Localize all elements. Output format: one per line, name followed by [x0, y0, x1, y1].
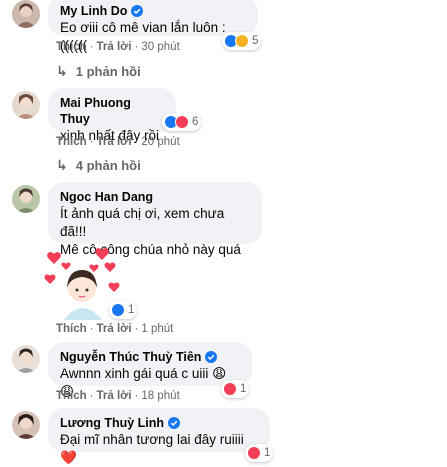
comment-time[interactable]: 30 phút — [141, 41, 179, 53]
comment-time[interactable]: 20 phút — [141, 136, 179, 148]
avatar[interactable] — [12, 0, 40, 28]
reaction-count: 1 — [128, 304, 135, 316]
comment-author[interactable]: My Linh Do — [60, 3, 127, 19]
like-reaction-icon — [111, 303, 125, 317]
avatar[interactable] — [12, 185, 40, 213]
haha-reaction-icon — [235, 34, 249, 48]
like-link[interactable]: Thích — [56, 136, 87, 148]
comment-bubble: Nguyễn Thúc Thuỳ Tiên Awnnn xinh gái quá… — [48, 342, 252, 399]
verified-icon — [168, 417, 181, 429]
avatar[interactable] — [12, 411, 40, 439]
reaction-count: 6 — [192, 116, 199, 128]
like-link[interactable]: Thích — [56, 323, 87, 335]
replies-label: 4 phản hồi — [75, 158, 141, 173]
verified-icon — [205, 351, 218, 363]
reaction-count: 1 — [240, 383, 247, 395]
view-replies[interactable]: ↳ 4 phản hồi — [56, 157, 141, 174]
love-reaction-icon — [223, 382, 237, 396]
reaction-count: 1 — [264, 447, 271, 459]
reply-link[interactable]: Trả lời — [97, 323, 132, 335]
replies-label: 1 phản hồi — [75, 64, 141, 79]
comment-author[interactable]: Ngoc Han Dang — [60, 189, 153, 205]
reply-link[interactable]: Trả lời — [97, 41, 132, 53]
comment-author[interactable]: Lương Thuỳ Linh — [60, 415, 164, 431]
comment-text-line: Ít ảnh quá chị ơi, xem chưa đã!!! — [60, 206, 225, 239]
reaction-summary[interactable]: 1 — [109, 301, 138, 319]
like-link[interactable]: Thích — [56, 390, 87, 402]
reply-link[interactable]: Trả lời — [97, 390, 132, 402]
avatar[interactable] — [12, 345, 40, 373]
comment-text: Đại mĩ nhân tương lai đây ruiiii ❤️ — [60, 432, 244, 465]
comment-time[interactable]: 18 phút — [141, 390, 179, 402]
comment-author[interactable]: Nguyễn Thúc Thuỳ Tiên — [60, 349, 201, 365]
comment-bubble: My Linh Do Eo ơiii cô mê vian lắn luôn :… — [48, 0, 258, 53]
avatar[interactable] — [12, 91, 40, 119]
reply-arrow-icon: ↳ — [56, 157, 68, 173]
verified-icon — [131, 5, 144, 17]
reaction-count: 5 — [252, 35, 259, 47]
love-reaction-icon — [247, 446, 261, 460]
like-link[interactable]: Thích — [56, 41, 87, 53]
reaction-summary[interactable]: 1 — [245, 444, 274, 462]
comment-bubble: Lương Thuỳ Linh Đại mĩ nhân tương lai đâ… — [48, 408, 270, 465]
reaction-summary[interactable]: 6 — [162, 113, 202, 131]
love-reaction-icon — [175, 115, 189, 129]
reply-arrow-icon: ↳ — [56, 63, 68, 79]
view-replies[interactable]: ↳ 1 phản hồi — [56, 63, 141, 80]
comment-bubble: Ngoc Han Dang Ít ảnh quá chị ơi, xem chư… — [48, 182, 262, 257]
reply-link[interactable]: Trả lời — [97, 136, 132, 148]
comment-bubble: Mai Phuong Thuy xinh nhất đây rồi — [48, 88, 176, 143]
comment-author[interactable]: Mai Phuong Thuy — [60, 95, 164, 127]
reaction-summary[interactable]: 5 — [222, 32, 262, 50]
comment-time[interactable]: 1 phút — [141, 323, 173, 335]
reaction-summary[interactable]: 1 — [221, 380, 250, 398]
